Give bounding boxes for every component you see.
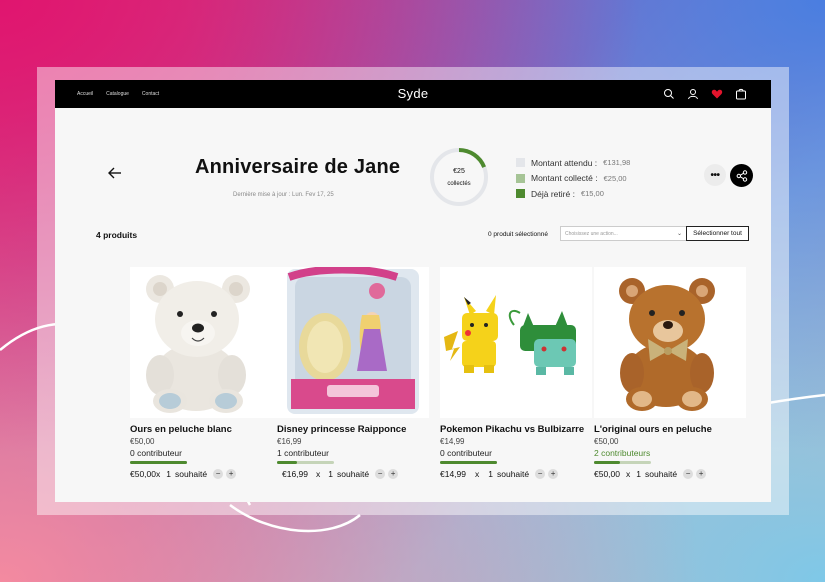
contribution-progress-fill <box>594 461 620 464</box>
qty-times: x <box>475 469 480 479</box>
product-name[interactable]: Disney princesse Raipponce <box>277 424 406 435</box>
contribution-progress-bar <box>277 461 334 464</box>
more-dots-icon: ••• <box>710 169 720 181</box>
increase-button[interactable]: + <box>696 469 707 479</box>
product-price: €50,00 <box>130 437 155 446</box>
product-name[interactable]: Ours en peluche blanc <box>130 424 232 435</box>
share-button[interactable] <box>730 164 753 187</box>
product-image-princess-toy[interactable] <box>277 267 429 418</box>
product-image-pokemon-toy[interactable] <box>440 267 592 418</box>
qty-price: €50,00 <box>130 469 156 479</box>
qty-times: x <box>156 469 161 479</box>
header-icons <box>663 87 747 100</box>
product-price: €14,99 <box>440 437 465 446</box>
product-image-brown-bear[interactable] <box>594 267 746 418</box>
contribution-progress-fill <box>440 461 497 464</box>
action-select-placeholder: Choisissez une action... <box>565 231 618 237</box>
legend-withdrawn: Déjà retiré : €15,00 <box>516 186 630 202</box>
product-contributors: 1 contributeur <box>277 448 329 458</box>
amount-legend: Montant attendu : €131,98 Montant collec… <box>516 155 630 202</box>
product-name[interactable]: Pokemon Pikachu vs Bulbizarre <box>440 424 584 435</box>
top-bar: Accueil Catalogue Contact Syde <box>55 80 771 108</box>
qty-wish-label: souhaité <box>644 469 678 479</box>
legend-label: Déjà retiré : <box>531 188 575 199</box>
product-contributors: 0 contributeur <box>130 448 182 458</box>
increase-button[interactable]: + <box>548 469 559 479</box>
product-count: 4 produits <box>96 230 138 240</box>
app-screen: Accueil Catalogue Contact Syde Anniversa… <box>55 80 771 502</box>
last-updated: Dernière mise à jour : Lun. Fev 17, 25 <box>233 192 334 198</box>
contribution-progress-fill <box>130 461 187 464</box>
qty-times: x <box>316 469 321 479</box>
user-icon[interactable] <box>687 87 699 100</box>
legend-swatch <box>516 173 525 183</box>
share-icon <box>736 169 747 182</box>
heart-icon[interactable] <box>711 87 723 99</box>
product-name[interactable]: L'original ours en peluche <box>594 424 712 435</box>
qty-wish-label: souhaité <box>174 469 208 479</box>
qty-value: 1 <box>166 469 171 479</box>
back-arrow-icon[interactable] <box>107 166 123 180</box>
product-contributors: 0 contributeur <box>440 448 492 458</box>
product-image-white-bear[interactable] <box>130 267 282 418</box>
increase-button[interactable]: + <box>226 469 237 479</box>
contribution-progress-fill <box>277 461 297 464</box>
page-title: Anniversaire de Jane <box>195 156 401 178</box>
qty-times: x <box>626 469 631 479</box>
qty-wish-label: souhaité <box>496 469 530 479</box>
legend-collected: Montant collecté : €25,00 <box>516 171 630 187</box>
collected-amount: €25 <box>453 168 465 175</box>
chevron-down-icon: ⌄ <box>676 231 682 237</box>
product-quantity-row: €16,99 x 1 souhaité − + <box>277 469 399 479</box>
legend-label: Montant attendu : <box>531 157 598 168</box>
product-price: €50,00 <box>594 437 619 446</box>
legend-value: €25,00 <box>603 173 627 183</box>
search-icon[interactable] <box>663 87 675 99</box>
legend-label: Montant collecté : <box>531 173 598 184</box>
legend-swatch <box>516 158 525 168</box>
product-contributors: 2 contributeurs <box>594 448 651 458</box>
select-all-button[interactable]: Sélectionner tout <box>686 226 749 241</box>
qty-price: €14,99 <box>440 469 466 479</box>
product-price: €16,99 <box>277 437 302 446</box>
selected-count: 0 produit sélectionné <box>488 231 548 238</box>
decrease-button[interactable]: − <box>683 469 694 479</box>
action-select[interactable]: Choisissez une action... ⌄ <box>560 226 687 241</box>
qty-value: 1 <box>328 469 333 479</box>
decrease-button[interactable]: − <box>535 469 546 479</box>
contribution-progress-bar <box>594 461 651 464</box>
contribution-progress-bar <box>440 461 497 464</box>
progress-donut <box>430 148 488 206</box>
legend-expected: Montant attendu : €131,98 <box>516 155 630 171</box>
qty-value: 1 <box>636 469 641 479</box>
product-quantity-row: €50,00 x 1 souhaité − + <box>130 469 237 479</box>
collected-label: collectés <box>447 181 471 187</box>
qty-wish-label: souhaité <box>336 469 370 479</box>
product-quantity-row: €50,00 x 1 souhaité − + <box>594 469 707 479</box>
legend-value: €131,98 <box>603 158 631 168</box>
more-options-button[interactable]: ••• <box>704 164 726 186</box>
product-quantity-row: €14,99 x 1 souhaité − + <box>440 469 559 479</box>
decrease-button[interactable]: − <box>375 469 386 479</box>
legend-value: €15,00 <box>580 189 604 199</box>
qty-price: €50,00 <box>594 469 620 479</box>
qty-price: €16,99 <box>282 469 308 479</box>
qty-value: 1 <box>488 469 493 479</box>
decrease-button[interactable]: − <box>213 469 224 479</box>
increase-button[interactable]: + <box>388 469 399 479</box>
contribution-progress-bar <box>130 461 187 464</box>
legend-swatch <box>516 189 525 199</box>
bag-icon[interactable] <box>735 87 747 100</box>
